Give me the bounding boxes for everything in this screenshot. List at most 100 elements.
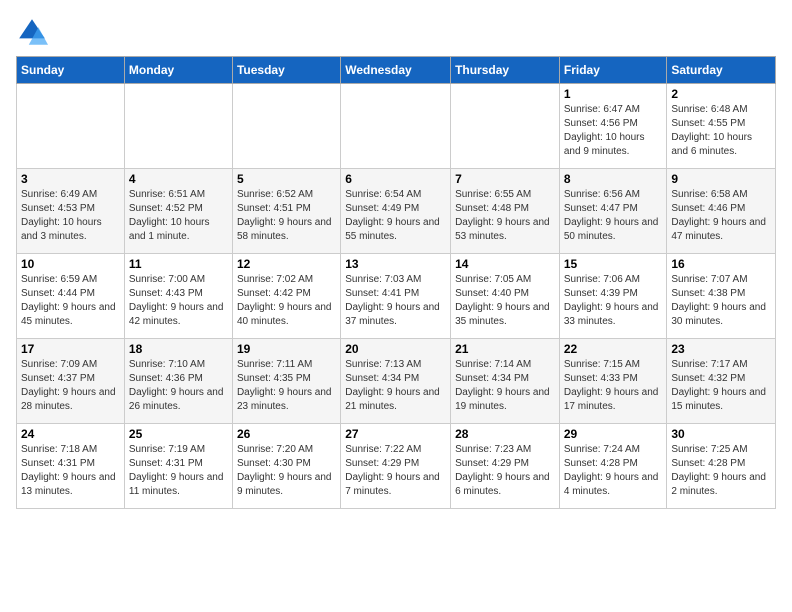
day-info: Sunrise: 7:05 AM Sunset: 4:40 PM Dayligh… bbox=[455, 273, 555, 329]
day-info: Sunrise: 7:14 AM Sunset: 4:34 PM Dayligh… bbox=[455, 358, 555, 414]
day-info: Sunrise: 7:24 AM Sunset: 4:28 PM Dayligh… bbox=[564, 443, 663, 499]
calendar-cell: 20 Sunrise: 7:13 AM Sunset: 4:34 PM Dayli… bbox=[341, 339, 451, 424]
day-number: 26 bbox=[237, 427, 336, 441]
day-number: 3 bbox=[21, 172, 120, 186]
weekday-header-monday: Monday bbox=[124, 57, 232, 84]
calendar-cell: 14 Sunrise: 7:05 AM Sunset: 4:40 PM Dayli… bbox=[451, 254, 560, 339]
day-info: Sunrise: 7:07 AM Sunset: 4:38 PM Dayligh… bbox=[671, 273, 771, 329]
calendar-cell: 29 Sunrise: 7:24 AM Sunset: 4:28 PM Dayli… bbox=[559, 424, 667, 509]
weekday-header-row: SundayMondayTuesdayWednesdayThursdayFrid… bbox=[17, 57, 776, 84]
day-number: 27 bbox=[345, 427, 446, 441]
day-number: 2 bbox=[671, 87, 771, 101]
day-number: 18 bbox=[129, 342, 228, 356]
calendar-cell: 28Sunrise: 7:23 AM Sunset: 4:29 PM Dayli… bbox=[451, 424, 560, 509]
day-info: Sunrise: 7:06 AM Sunset: 4:39 PM Dayligh… bbox=[564, 273, 663, 329]
day-number: 17 bbox=[21, 342, 120, 356]
day-info: Sunrise: 7:20 AM Sunset: 4:30 PM Dayligh… bbox=[237, 443, 336, 499]
day-info: Sunrise: 7:03 AM Sunset: 4:41 PM Dayligh… bbox=[345, 273, 446, 329]
day-number: 8 bbox=[564, 172, 663, 186]
calendar-cell: 10 Sunrise: 6:59 AM Sunset: 4:44 PM Dayli… bbox=[17, 254, 125, 339]
calendar-cell: 7Sunrise: 6:55 AM Sunset: 4:48 PM Daylig… bbox=[451, 169, 560, 254]
page-header bbox=[16, 16, 776, 48]
day-number: 29 bbox=[564, 427, 663, 441]
day-info: Sunrise: 6:49 AM Sunset: 4:53 PM Dayligh… bbox=[21, 188, 120, 244]
calendar-cell: 6 Sunrise: 6:54 AM Sunset: 4:49 PM Daylig… bbox=[341, 169, 451, 254]
calendar-cell: 11 Sunrise: 7:00 AM Sunset: 4:43 PM Dayli… bbox=[124, 254, 232, 339]
weekday-header-tuesday: Tuesday bbox=[232, 57, 340, 84]
day-info: Sunrise: 7:18 AM Sunset: 4:31 PM Dayligh… bbox=[21, 443, 120, 499]
logo-icon bbox=[16, 16, 48, 48]
calendar-cell: 17 Sunrise: 7:09 AM Sunset: 4:37 PM Dayli… bbox=[17, 339, 125, 424]
day-number: 25 bbox=[129, 427, 228, 441]
day-number: 11 bbox=[129, 257, 228, 271]
calendar-cell: 12Sunrise: 7:02 AM Sunset: 4:42 PM Dayli… bbox=[232, 254, 340, 339]
weekday-header-friday: Friday bbox=[559, 57, 667, 84]
day-number: 1 bbox=[564, 87, 663, 101]
day-number: 14 bbox=[455, 257, 555, 271]
day-info: Sunrise: 7:15 AM Sunset: 4:33 PM Dayligh… bbox=[564, 358, 663, 414]
day-number: 10 bbox=[21, 257, 120, 271]
day-number: 5 bbox=[237, 172, 336, 186]
calendar-cell: 1 Sunrise: 6:47 AM Sunset: 4:56 PM Daylig… bbox=[559, 84, 667, 169]
calendar-cell: 4 Sunrise: 6:51 AM Sunset: 4:52 PM Daylig… bbox=[124, 169, 232, 254]
day-number: 6 bbox=[345, 172, 446, 186]
day-number: 4 bbox=[129, 172, 228, 186]
day-info: Sunrise: 7:19 AM Sunset: 4:31 PM Dayligh… bbox=[129, 443, 228, 499]
day-number: 22 bbox=[564, 342, 663, 356]
calendar-cell: 22 Sunrise: 7:15 AM Sunset: 4:33 PM Dayli… bbox=[559, 339, 667, 424]
day-info: Sunrise: 7:00 AM Sunset: 4:43 PM Dayligh… bbox=[129, 273, 228, 329]
day-info: Sunrise: 7:13 AM Sunset: 4:34 PM Dayligh… bbox=[345, 358, 446, 414]
weekday-header-thursday: Thursday bbox=[451, 57, 560, 84]
calendar-cell: 30 Sunrise: 7:25 AM Sunset: 4:28 PM Dayli… bbox=[667, 424, 776, 509]
day-info: Sunrise: 7:11 AM Sunset: 4:35 PM Dayligh… bbox=[237, 358, 336, 414]
calendar-cell: 27 Sunrise: 7:22 AM Sunset: 4:29 PM Dayli… bbox=[341, 424, 451, 509]
day-info: Sunrise: 6:47 AM Sunset: 4:56 PM Dayligh… bbox=[564, 103, 663, 159]
calendar-cell: 24Sunrise: 7:18 AM Sunset: 4:31 PM Dayli… bbox=[17, 424, 125, 509]
day-info: Sunrise: 6:59 AM Sunset: 4:44 PM Dayligh… bbox=[21, 273, 120, 329]
day-info: Sunrise: 6:54 AM Sunset: 4:49 PM Dayligh… bbox=[345, 188, 446, 244]
calendar-cell bbox=[17, 84, 125, 169]
calendar-cell bbox=[451, 84, 560, 169]
week-row-1: 1 Sunrise: 6:47 AM Sunset: 4:56 PM Daylig… bbox=[17, 84, 776, 169]
calendar-cell bbox=[124, 84, 232, 169]
day-number: 16 bbox=[671, 257, 771, 271]
day-info: Sunrise: 7:22 AM Sunset: 4:29 PM Dayligh… bbox=[345, 443, 446, 499]
week-row-2: 3 Sunrise: 6:49 AM Sunset: 4:53 PM Daylig… bbox=[17, 169, 776, 254]
calendar-cell: 15 Sunrise: 7:06 AM Sunset: 4:39 PM Dayli… bbox=[559, 254, 667, 339]
week-row-4: 17 Sunrise: 7:09 AM Sunset: 4:37 PM Dayli… bbox=[17, 339, 776, 424]
day-info: Sunrise: 7:10 AM Sunset: 4:36 PM Dayligh… bbox=[129, 358, 228, 414]
calendar-cell: 8 Sunrise: 6:56 AM Sunset: 4:47 PM Daylig… bbox=[559, 169, 667, 254]
calendar-cell bbox=[232, 84, 340, 169]
calendar-cell: 18 Sunrise: 7:10 AM Sunset: 4:36 PM Dayli… bbox=[124, 339, 232, 424]
day-info: Sunrise: 7:09 AM Sunset: 4:37 PM Dayligh… bbox=[21, 358, 120, 414]
day-number: 21 bbox=[455, 342, 555, 356]
week-row-3: 10 Sunrise: 6:59 AM Sunset: 4:44 PM Dayli… bbox=[17, 254, 776, 339]
day-info: Sunrise: 7:17 AM Sunset: 4:32 PM Dayligh… bbox=[671, 358, 771, 414]
day-info: Sunrise: 6:58 AM Sunset: 4:46 PM Dayligh… bbox=[671, 188, 771, 244]
calendar-cell: 19 Sunrise: 7:11 AM Sunset: 4:35 PM Dayli… bbox=[232, 339, 340, 424]
day-number: 23 bbox=[671, 342, 771, 356]
day-info: Sunrise: 7:23 AM Sunset: 4:29 PM Dayligh… bbox=[455, 443, 555, 499]
weekday-header-sunday: Sunday bbox=[17, 57, 125, 84]
day-info: Sunrise: 6:48 AM Sunset: 4:55 PM Dayligh… bbox=[671, 103, 771, 159]
day-number: 15 bbox=[564, 257, 663, 271]
calendar-cell bbox=[341, 84, 451, 169]
day-info: Sunrise: 7:02 AM Sunset: 4:42 PM Dayligh… bbox=[237, 273, 336, 329]
day-info: Sunrise: 6:52 AM Sunset: 4:51 PM Dayligh… bbox=[237, 188, 336, 244]
day-number: 13 bbox=[345, 257, 446, 271]
day-info: Sunrise: 7:25 AM Sunset: 4:28 PM Dayligh… bbox=[671, 443, 771, 499]
day-number: 19 bbox=[237, 342, 336, 356]
calendar-cell: 13 Sunrise: 7:03 AM Sunset: 4:41 PM Dayli… bbox=[341, 254, 451, 339]
day-info: Sunrise: 6:56 AM Sunset: 4:47 PM Dayligh… bbox=[564, 188, 663, 244]
calendar-cell: 26 Sunrise: 7:20 AM Sunset: 4:30 PM Dayli… bbox=[232, 424, 340, 509]
calendar-cell: 23 Sunrise: 7:17 AM Sunset: 4:32 PM Dayli… bbox=[667, 339, 776, 424]
calendar-cell: 5 Sunrise: 6:52 AM Sunset: 4:51 PM Daylig… bbox=[232, 169, 340, 254]
day-info: Sunrise: 6:51 AM Sunset: 4:52 PM Dayligh… bbox=[129, 188, 228, 244]
day-number: 30 bbox=[671, 427, 771, 441]
day-number: 20 bbox=[345, 342, 446, 356]
day-number: 7 bbox=[455, 172, 555, 186]
day-number: 9 bbox=[671, 172, 771, 186]
calendar-cell: 3 Sunrise: 6:49 AM Sunset: 4:53 PM Daylig… bbox=[17, 169, 125, 254]
calendar-cell: 9 Sunrise: 6:58 AM Sunset: 4:46 PM Daylig… bbox=[667, 169, 776, 254]
weekday-header-saturday: Saturday bbox=[667, 57, 776, 84]
